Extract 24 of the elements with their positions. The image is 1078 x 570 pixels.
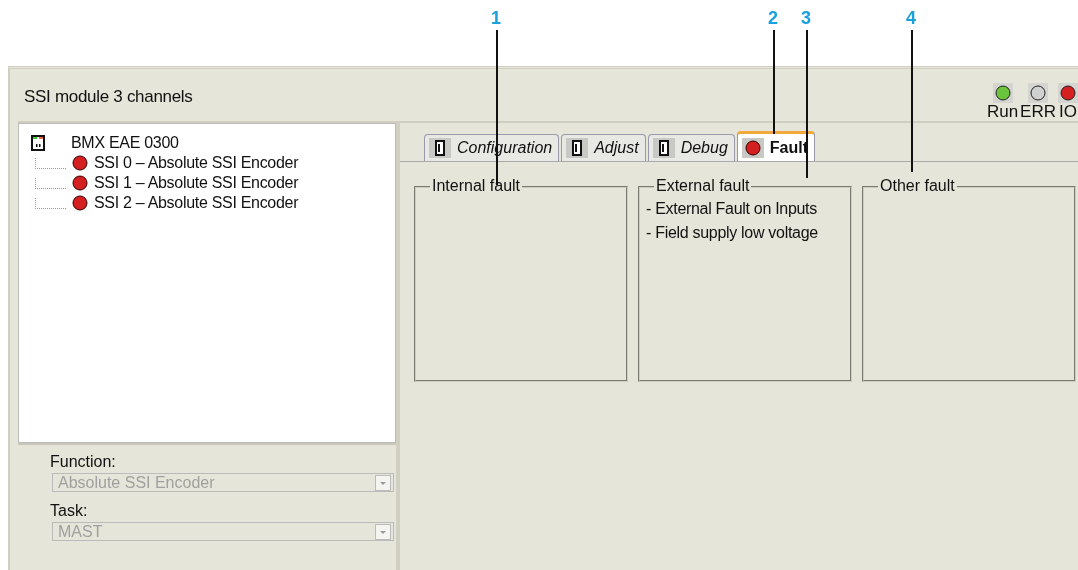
- fault-item: - External Fault on Inputs: [646, 200, 818, 218]
- callout-number: 1: [490, 8, 502, 29]
- window-title: SSI module 3 channels: [24, 87, 193, 107]
- module-icon: [652, 138, 675, 158]
- tab[interactable]: Adjust: [561, 134, 646, 161]
- module-icon: [31, 135, 45, 151]
- callout-number: 4: [905, 8, 917, 29]
- led-label: Run: [986, 103, 1019, 121]
- module-icon: [429, 138, 451, 158]
- tab[interactable]: Debug: [647, 134, 735, 161]
- tree-item[interactable]: SSI 2 – Absolute SSI Encoder: [94, 194, 299, 212]
- led-label: IO: [1059, 103, 1077, 121]
- tree-item[interactable]: BMX EAE 0300: [71, 134, 179, 152]
- field-label: Function:: [50, 453, 117, 471]
- callout-number: 2: [767, 8, 779, 29]
- module-icon: [566, 138, 589, 158]
- field-label: Task:: [50, 502, 89, 520]
- fault-item: - Field supply low voltage: [646, 224, 819, 242]
- fault-status-icon: [741, 137, 764, 158]
- tree-item[interactable]: SSI 1 – Absolute SSI Encoder: [94, 174, 299, 192]
- callout-number: 3: [800, 8, 812, 29]
- led-label: ERR: [1020, 103, 1056, 121]
- tab[interactable]: Fault: [736, 131, 815, 161]
- tree-item[interactable]: SSI 0 – Absolute SSI Encoder: [94, 154, 299, 172]
